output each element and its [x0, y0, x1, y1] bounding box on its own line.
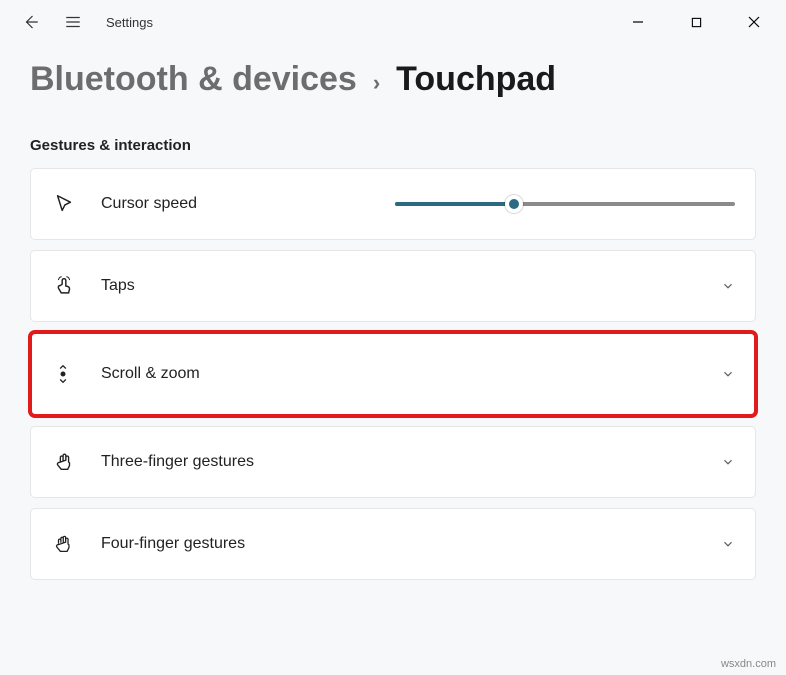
back-icon[interactable] — [22, 13, 40, 31]
taps-row[interactable]: Taps — [30, 250, 756, 322]
three-finger-icon — [53, 451, 101, 473]
breadcrumb-separator-icon: › — [373, 70, 380, 96]
four-finger-icon — [53, 533, 101, 555]
chevron-down-icon — [721, 537, 735, 551]
minimize-button[interactable] — [628, 12, 648, 32]
section-header: Gestures & interaction — [30, 137, 756, 154]
scroll-icon — [53, 362, 101, 386]
three-finger-label: Three-finger gestures — [101, 453, 254, 471]
content: Gestures & interaction Cursor speed Taps — [0, 107, 786, 580]
chevron-down-icon — [721, 367, 735, 381]
tap-icon — [53, 275, 101, 297]
three-finger-row[interactable]: Three-finger gestures — [30, 426, 756, 498]
cursor-speed-label: Cursor speed — [101, 195, 197, 213]
hamburger-icon[interactable] — [64, 13, 82, 31]
cursor-icon — [53, 193, 101, 215]
watermark: wsxdn.com — [721, 658, 776, 670]
breadcrumb: Bluetooth & devices › Touchpad — [0, 44, 786, 107]
cursor-speed-slider[interactable] — [395, 194, 735, 214]
four-finger-row[interactable]: Four-finger gestures — [30, 508, 756, 580]
titlebar-left: Settings — [22, 13, 153, 31]
taps-label: Taps — [101, 277, 135, 295]
maximize-button[interactable] — [686, 12, 706, 32]
breadcrumb-parent[interactable]: Bluetooth & devices — [30, 60, 357, 99]
app-title: Settings — [106, 15, 153, 30]
chevron-down-icon — [721, 455, 735, 469]
window-controls — [628, 12, 780, 32]
breadcrumb-current: Touchpad — [396, 60, 556, 99]
cursor-speed-row: Cursor speed — [30, 168, 756, 240]
four-finger-label: Four-finger gestures — [101, 535, 245, 553]
scroll-zoom-label: Scroll & zoom — [101, 365, 200, 383]
settings-window: Settings Bluetooth & devices › Touchpad … — [0, 0, 786, 580]
titlebar: Settings — [0, 0, 786, 44]
close-button[interactable] — [744, 12, 764, 32]
chevron-down-icon — [721, 279, 735, 293]
scroll-zoom-row[interactable]: Scroll & zoom — [30, 332, 756, 416]
